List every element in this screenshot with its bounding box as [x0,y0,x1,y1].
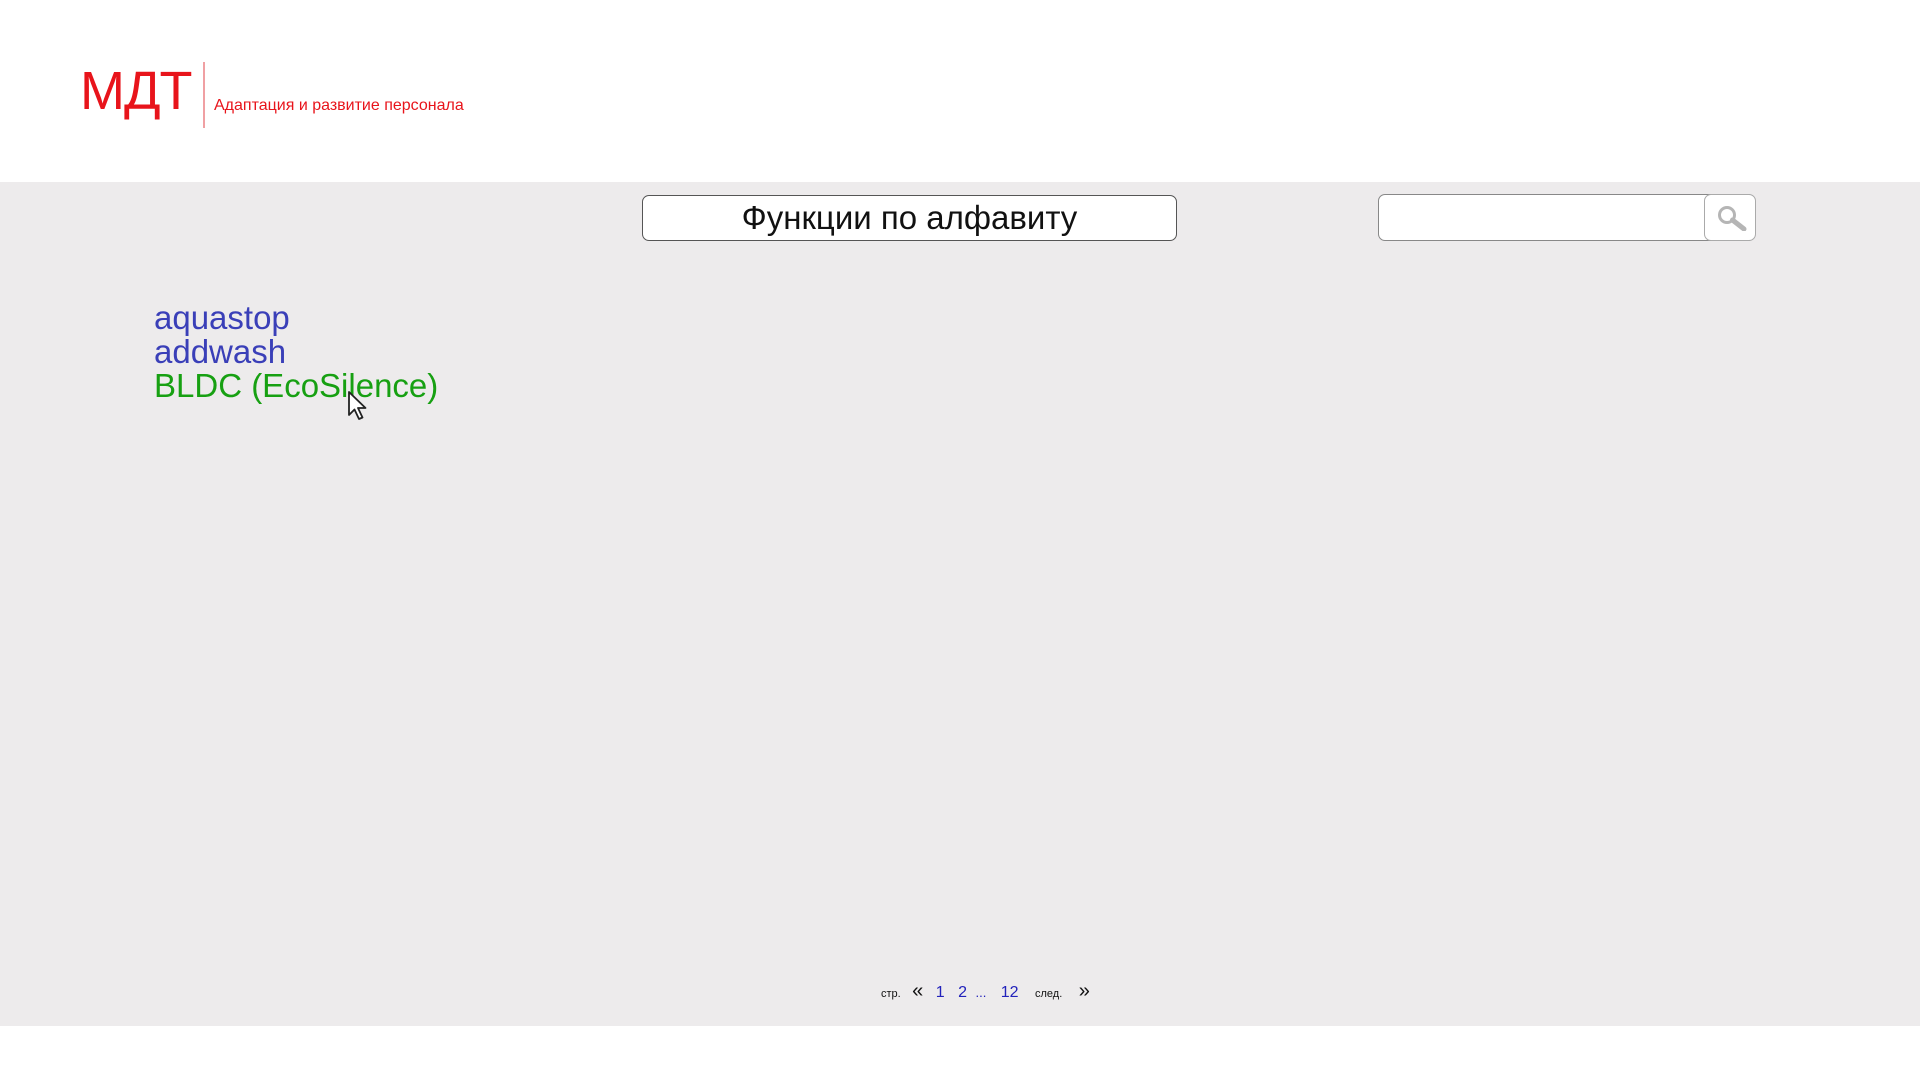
page-link-12[interactable]: 12 [1001,984,1019,1002]
function-list: aquastop addwash BLDC (EcoSilence) [154,301,438,403]
search-icon [1717,205,1746,231]
search-button[interactable] [1703,193,1756,241]
pagination: стр. « 1 2 ... 12 след. » [881,980,1090,1004]
logo-divider [203,62,205,128]
function-link-aquastop[interactable]: aquastop [154,301,438,335]
page-link-1[interactable]: 1 [936,984,945,1002]
page-title: Функции по алфавиту [642,195,1177,241]
search-box [1378,193,1756,241]
prev-page-button[interactable]: « [912,980,923,1003]
function-link-addwash[interactable]: addwash [154,335,438,369]
main-content: Функции по алфавиту aquastop addwash BLD… [0,182,1920,1026]
next-label: след. [1035,988,1063,1000]
page-label: стр. [881,988,901,1000]
page-ellipsis: ... [975,985,987,1000]
function-link-bldc[interactable]: BLDC (EcoSilence) [154,369,438,403]
search-input[interactable] [1383,199,1707,237]
logo[interactable]: МДТ [80,58,193,124]
footer [0,1026,1920,1080]
tagline: Адаптация и развитие персонала [214,97,464,114]
next-page-button[interactable]: » [1079,980,1090,1003]
header: МДТ Адаптация и развитие персонала [0,0,1920,182]
page-link-2[interactable]: 2 [958,984,967,1002]
